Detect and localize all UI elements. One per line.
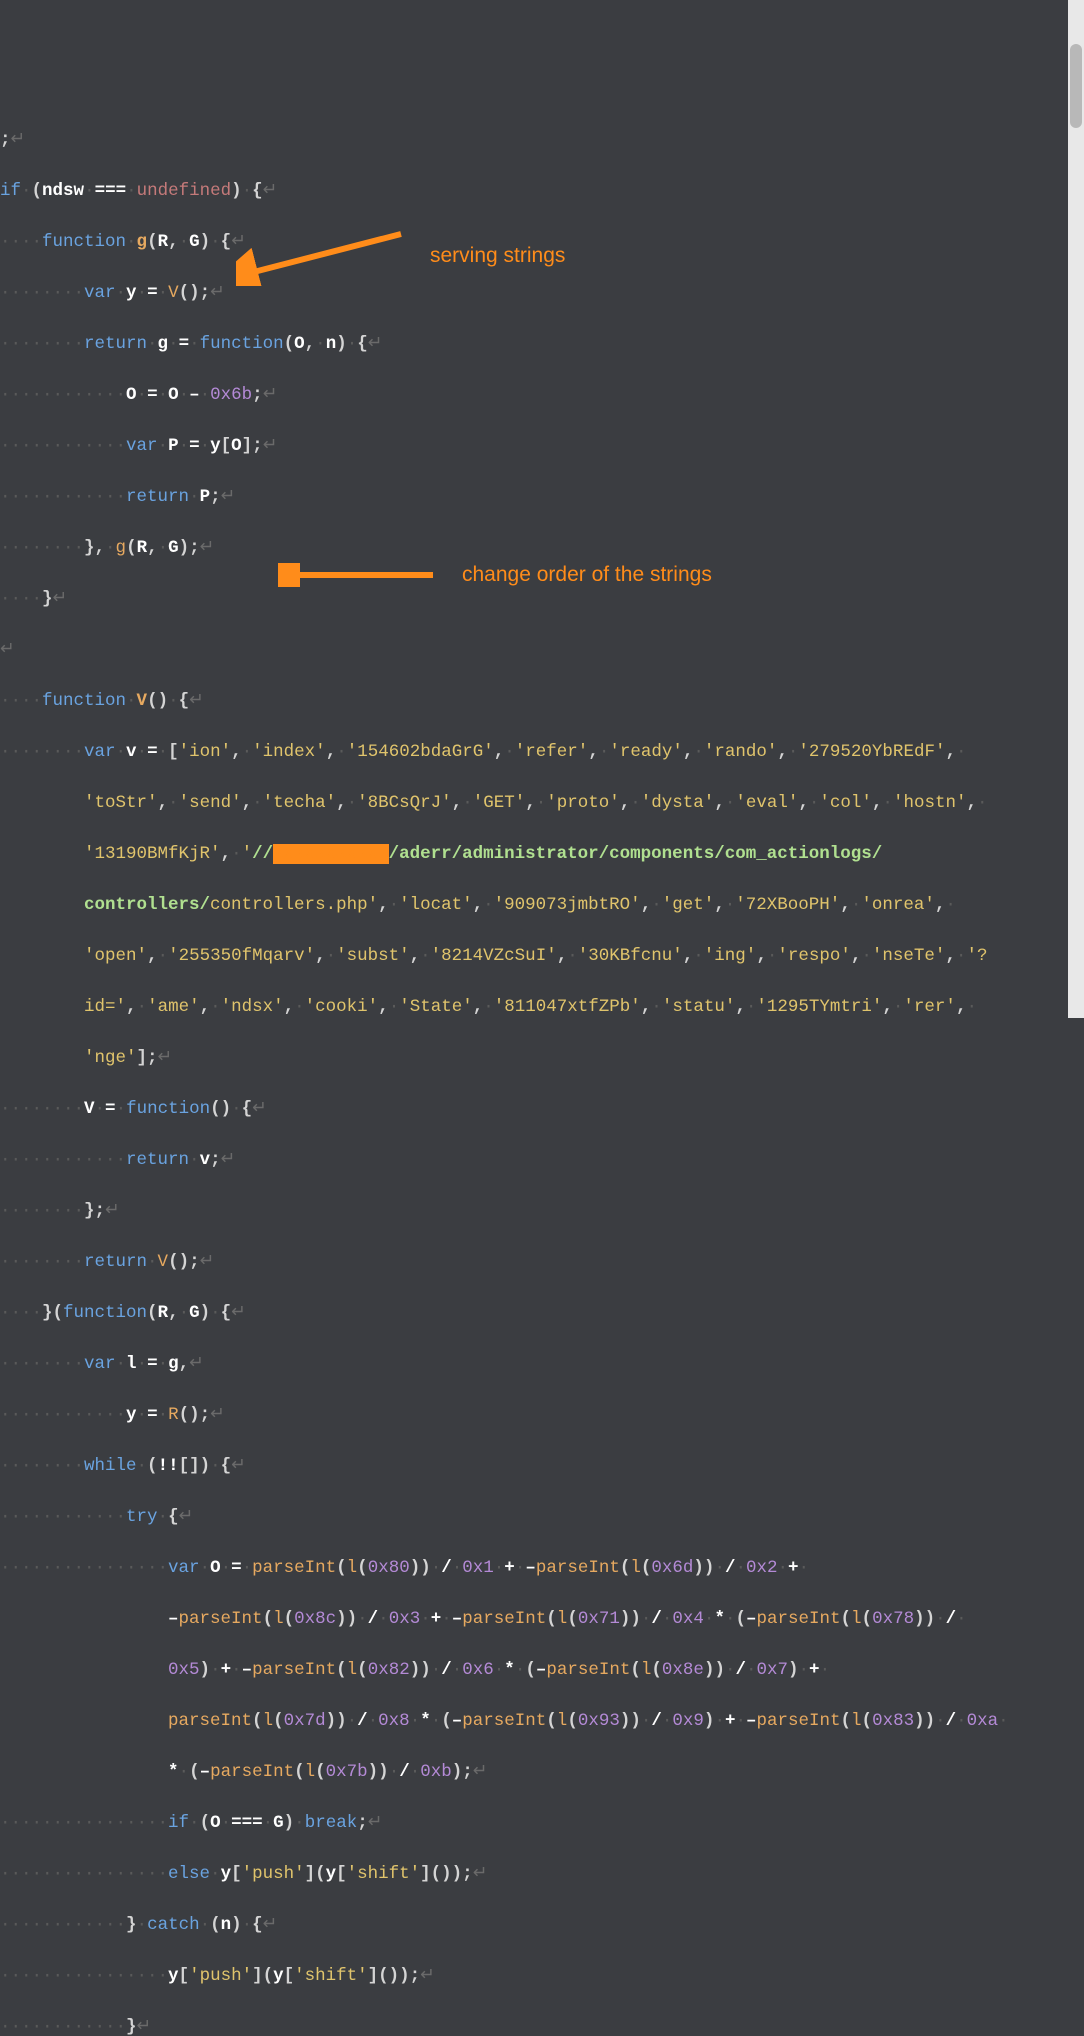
code-line: ············O·=·O·–·0x6b;↵ xyxy=(0,383,1084,409)
code-line: ↵ xyxy=(0,638,1084,664)
code-line: parseInt(l(0x7d))·/·0x8·*·(–parseInt(l(0… xyxy=(0,1709,1084,1735)
code-line: ····}(function(R,·G)·{↵ xyxy=(0,1301,1084,1327)
code-line: ········return·g·=·function(O,·n)·{↵ xyxy=(0,332,1084,358)
code-line: ················if·(O·===·G)·break;↵ xyxy=(0,1811,1084,1837)
code-line: ················y['push'](y['shift']());… xyxy=(0,1964,1084,1990)
code-line: ········},·g(R,·G);↵ xyxy=(0,536,1084,562)
code-line: ············return·P;↵ xyxy=(0,485,1084,511)
code-line: id=',·'ame',·'ndsx',·'cooki',·'State',·'… xyxy=(0,995,1084,1021)
arrow-icon xyxy=(278,563,438,587)
code-line: ················else·y['push'](y['shift'… xyxy=(0,1862,1084,1888)
code-line: ············y·=·R();↵ xyxy=(0,1403,1084,1429)
code-line: 0x5)·+·–parseInt(l(0x82))·/·0x6·*·(–pars… xyxy=(0,1658,1084,1684)
scrollbar-track[interactable] xyxy=(1068,0,1084,1018)
code-line: controllers/controllers.php',·'locat',·'… xyxy=(0,893,1084,919)
code-line: ················var·O·=·parseInt(l(0x80)… xyxy=(0,1556,1084,1582)
annotation-serving-strings: serving strings xyxy=(236,226,565,286)
code-line: –parseInt(l(0x8c))·/·0x3·+·–parseInt(l(0… xyxy=(0,1607,1084,1633)
code-line: ········var·l·=·g,↵ xyxy=(0,1352,1084,1378)
code-line: ····}↵ xyxy=(0,587,1084,613)
annotation-label: serving strings xyxy=(430,243,565,269)
annotation-label: change order of the strings xyxy=(462,562,712,588)
code-line: ············}↵ xyxy=(0,2015,1084,2036)
code-line: ········while·(!![])·{↵ xyxy=(0,1454,1084,1480)
code-line: '13190BMfKjR',·'//XXXXXXXXXXX/aderr/admi… xyxy=(0,842,1084,868)
code-line: ············try·{↵ xyxy=(0,1505,1084,1531)
code-editor: ;↵ if·(ndsw·===·undefined)·{↵ ····functi… xyxy=(0,102,1084,2036)
code-line: 'toStr',·'send',·'techa',·'8BCsQrJ',·'GE… xyxy=(0,791,1084,817)
code-line: ············}·catch·(n)·{↵ xyxy=(0,1913,1084,1939)
code-line: if·(ndsw·===·undefined)·{↵ xyxy=(0,179,1084,205)
scrollbar-thumb[interactable] xyxy=(1070,44,1082,128)
code-line: ········var·v·=·['ion',·'index',·'154602… xyxy=(0,740,1084,766)
code-line: ········V·=·function()·{↵ xyxy=(0,1097,1084,1123)
arrow-icon xyxy=(236,226,406,286)
annotation-change-order: change order of the strings xyxy=(278,562,712,588)
code-line: ········return·V();↵ xyxy=(0,1250,1084,1276)
code-line: ····function·V()·{↵ xyxy=(0,689,1084,715)
code-line: *·(–parseInt(l(0x7b))·/·0xb);↵ xyxy=(0,1760,1084,1786)
code-line: ············var·P·=·y[O];↵ xyxy=(0,434,1084,460)
code-line: 'nge'];↵ xyxy=(0,1046,1084,1072)
code-line: 'open',·'255350fMqarv',·'subst',·'8214VZ… xyxy=(0,944,1084,970)
code-line: ;↵ xyxy=(0,128,1084,154)
code-line: ············return·v;↵ xyxy=(0,1148,1084,1174)
code-line: ········};↵ xyxy=(0,1199,1084,1225)
